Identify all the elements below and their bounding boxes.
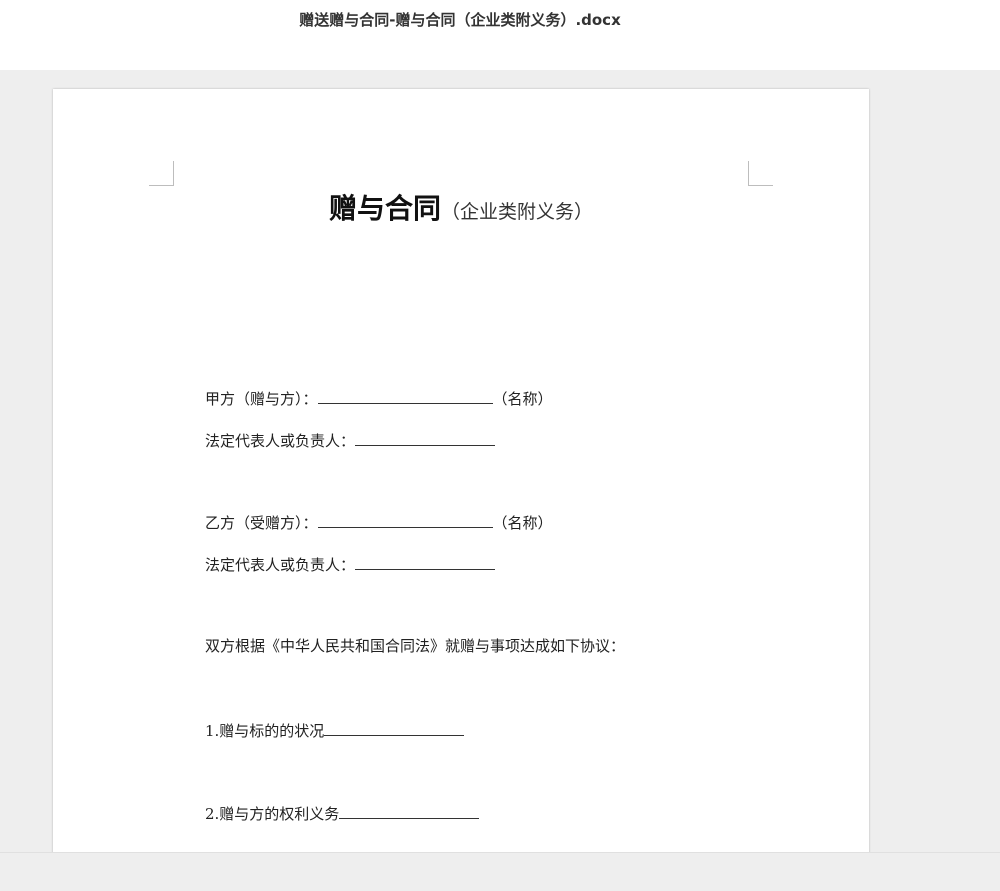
agreement-paragraph: 双方根据《中华人民共和国合同法》就赠与事项达成如下协议： [205,637,626,655]
bottom-bar [0,852,1000,891]
party-a-representative-line: 法定代表人或负责人： [205,429,496,451]
document-title: 赠与合同 [328,192,441,225]
clause-2-label: 2.赠与方的权利义务 [205,805,340,823]
party-b-representative-label: 法定代表人或负责人： [205,556,356,574]
document-viewer[interactable]: 赠与合同（企业类附义务） 甲方（赠与方）： （名称） 法定代表人或负责人： 乙方（… [0,70,1000,852]
clause-2-blank [339,802,480,819]
party-a-name-suffix: （名称） [492,390,553,408]
title-bar: 赠送赠与合同-赠与合同（企业类附义务）.docx [0,0,1000,70]
party-b-label: 乙方（受赠方）： [205,514,318,532]
document-subtitle: （企业类附义务） [441,201,594,223]
party-b-line: 乙方（受赠方）： （名称） [205,511,553,533]
party-a-representative-label: 法定代表人或负责人： [205,432,356,450]
party-b-representative-blank [355,553,496,570]
party-a-line: 甲方（赠与方）： （名称） [205,387,553,409]
document-page: 赠与合同（企业类附义务） 甲方（赠与方）： （名称） 法定代表人或负责人： 乙方（… [53,89,869,852]
party-a-representative-blank [355,429,496,446]
window-title: 赠送赠与合同-赠与合同（企业类附义务）.docx [299,11,621,29]
clause-1-label: 1.赠与标的的状况 [205,722,325,740]
party-b-representative-line: 法定代表人或负责人： [205,553,496,575]
party-b-name-blank [317,511,493,528]
document-heading: 赠与合同（企业类附义务） [53,187,869,227]
margin-corner-mark-right [748,161,773,186]
margin-corner-mark-left [149,161,174,186]
clause-1-blank [324,719,465,736]
party-a-name-blank [317,387,493,404]
clause-1-line: 1.赠与标的的状况 [205,719,465,741]
clause-2-line: 2.赠与方的权利义务 [205,802,480,824]
party-a-label: 甲方（赠与方）： [205,390,318,408]
party-b-name-suffix: （名称） [492,514,553,532]
